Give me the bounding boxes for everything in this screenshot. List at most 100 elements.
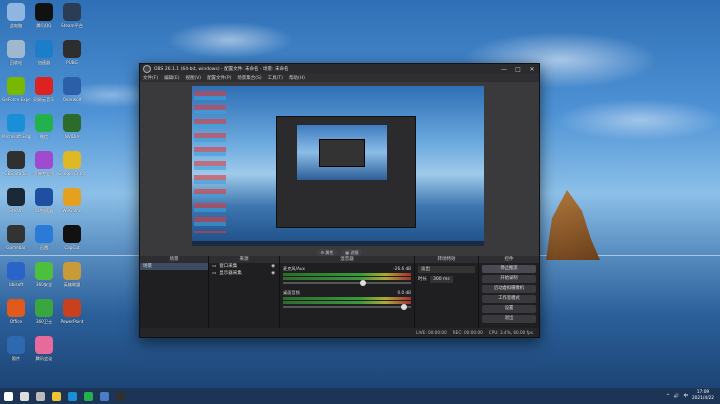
- desktop-icon[interactable]: 剪映专业版: [30, 151, 58, 176]
- desktop-icon[interactable]: 照片: [2, 336, 30, 361]
- preview-nested-window: [319, 139, 365, 167]
- desktop-icon[interactable]: 腾讯QQ: [30, 3, 58, 28]
- maximize-button[interactable]: □: [511, 66, 525, 73]
- taskbar-wechat-icon[interactable]: [80, 388, 96, 404]
- desktop-icon-label: Google Chrome: [58, 171, 86, 176]
- transition-select[interactable]: 淡出: [418, 266, 475, 273]
- desktop-icon[interactable]: 360安全: [30, 262, 58, 287]
- filters-button[interactable]: ▦ 滤镜: [341, 248, 363, 256]
- app-icon: [7, 151, 25, 169]
- desktop-icon[interactable]: 腾讯会议: [30, 336, 58, 361]
- desktop-icon[interactable]: 网易云音乐: [30, 77, 58, 102]
- desktop-icon[interactable]: NVIDIA: [58, 114, 86, 139]
- desktop-icon-label: Steam: [9, 208, 23, 213]
- menu-edit[interactable]: 编辑(E): [164, 75, 179, 81]
- sources-dock: 来源 ▭ 窗口采集 ◉ ▭ 显示器采集 ◉ + − ⚙ ∧ ∨: [209, 256, 280, 337]
- obs-logo-icon: [143, 65, 151, 73]
- desktop-icon-label: 360安全: [35, 282, 53, 287]
- start-recording-button[interactable]: 开始录制: [482, 275, 536, 283]
- app-icon: [7, 188, 25, 206]
- desktop-icon[interactable]: 微信: [30, 114, 58, 139]
- volume-meter: [283, 297, 411, 300]
- desktop-icon-label: UU加速器: [34, 208, 54, 213]
- desktop-icon[interactable]: Microsoft Edge: [2, 114, 30, 139]
- taskbar-explorer-icon[interactable]: [48, 388, 64, 404]
- menu-file[interactable]: 文件(F): [143, 75, 158, 81]
- app-icon: [7, 299, 25, 317]
- properties-button[interactable]: ⚙ 属性: [316, 248, 338, 256]
- desktop-icon[interactable]: UU加速器: [30, 188, 58, 213]
- desktop-icon-label: Microsoft Edge: [2, 134, 30, 139]
- desktop-icon-label: 360卫士: [35, 319, 53, 324]
- desktop-icon[interactable]: 360卫士: [30, 299, 58, 324]
- desktop-icon-label: CapCut: [64, 245, 80, 250]
- app-icon: [35, 114, 53, 132]
- volume-icon[interactable]: 🔊: [674, 394, 680, 399]
- desktop-icon[interactable]: Ubisoft: [2, 262, 30, 287]
- desktop-icon[interactable]: 加速器: [30, 40, 58, 65]
- desktop-icon[interactable]: PUBG: [58, 40, 86, 65]
- taskbar-edge-icon[interactable]: [64, 388, 80, 404]
- stop-streaming-button[interactable]: 停止推流: [482, 265, 536, 273]
- taskbar-search-icon[interactable]: [16, 388, 32, 404]
- obs-window[interactable]: OBS 26.1.1 (64-bit, windows) - 配置文件: 未命名…: [139, 63, 540, 338]
- desktop-icon[interactable]: 迅雷: [30, 225, 58, 250]
- menu-scene-collection[interactable]: 场景集合(S): [237, 75, 261, 81]
- menu-help[interactable]: 帮助(H): [289, 75, 305, 81]
- exit-button[interactable]: 退出: [482, 315, 536, 323]
- studio-mode-button[interactable]: 工作室模式: [482, 295, 536, 303]
- desktop-icon[interactable]: WeGame: [58, 188, 86, 213]
- source-item[interactable]: ▭ 窗口采集 ◉: [209, 263, 279, 270]
- menu-view[interactable]: 视图(V): [185, 75, 201, 81]
- desktop-icon[interactable]: OBS Studio: [2, 151, 30, 176]
- menu-tools[interactable]: 工具(T): [268, 75, 283, 81]
- minimize-button[interactable]: —: [497, 66, 511, 73]
- desktop-icon[interactable]: Office: [2, 299, 30, 324]
- app-icon: [63, 225, 81, 243]
- desktop-icon[interactable]: PowerPoint: [58, 299, 86, 324]
- settings-button[interactable]: 设置: [482, 305, 536, 313]
- visibility-eye-icon[interactable]: ◉: [271, 263, 275, 270]
- obs-titlebar[interactable]: OBS 26.1.1 (64-bit, windows) - 配置文件: 未命名…: [140, 64, 539, 74]
- desktop-icon-label: 网易云音乐: [33, 97, 55, 102]
- desktop-icon[interactable]: Steam: [2, 188, 30, 213]
- desktop-icon[interactable]: 此电脑: [2, 3, 30, 28]
- desktop-icon[interactable]: Google Chrome: [58, 151, 86, 176]
- volume-slider[interactable]: [283, 280, 411, 286]
- volume-meter: [283, 301, 411, 304]
- desktop-icon[interactable]: Overwolf: [58, 77, 86, 102]
- ime-indicator[interactable]: 中: [683, 393, 688, 399]
- scene-item-label: 场景: [143, 264, 152, 269]
- preview-desktop-icons: [194, 88, 226, 233]
- search-icon: [19, 391, 29, 401]
- preview-canvas[interactable]: [192, 86, 484, 246]
- taskbar-store-icon[interactable]: [96, 388, 112, 404]
- desktop-icon[interactable]: GeForce Experience: [2, 77, 30, 102]
- desktop-icon-label: 迅雷: [39, 245, 49, 250]
- menu-profile[interactable]: 配置文件(P): [207, 75, 231, 81]
- taskbar-start-icon[interactable]: [0, 388, 16, 404]
- volume-slider[interactable]: [283, 304, 411, 310]
- taskbar-taskview-icon[interactable]: [32, 388, 48, 404]
- desktop-icon[interactable]: Gamebar: [2, 225, 30, 250]
- scene-item[interactable]: 场景: [140, 263, 208, 270]
- virtual-camera-button[interactable]: 启动虚拟摄像机: [482, 285, 536, 293]
- desktop-icon[interactable]: Steam平台: [58, 3, 86, 28]
- app-icon: [35, 262, 53, 280]
- volume-knob[interactable]: [359, 280, 366, 286]
- source-item[interactable]: ▭ 显示器采集 ◉: [209, 270, 279, 277]
- visibility-eye-icon[interactable]: ◉: [271, 270, 275, 277]
- close-button[interactable]: ✕: [525, 66, 539, 73]
- app-icon: [35, 3, 53, 21]
- desktop-icon[interactable]: 回收站: [2, 40, 30, 65]
- duration-field[interactable]: 300 ms: [430, 276, 453, 283]
- desktop-icon[interactable]: 英雄联盟: [58, 262, 86, 287]
- tray-expand-icon[interactable]: ^: [666, 394, 670, 399]
- taskbar-obs-icon[interactable]: [112, 388, 128, 404]
- taskbar-clock[interactable]: 17:09 2021/4/22: [692, 390, 714, 402]
- sources-header: 来源: [209, 256, 279, 263]
- desktop-icon-label: GeForce Experience: [2, 97, 30, 102]
- volume-knob[interactable]: [400, 304, 407, 310]
- desktop-icon[interactable]: CapCut: [58, 225, 86, 250]
- app-icon: [63, 299, 81, 317]
